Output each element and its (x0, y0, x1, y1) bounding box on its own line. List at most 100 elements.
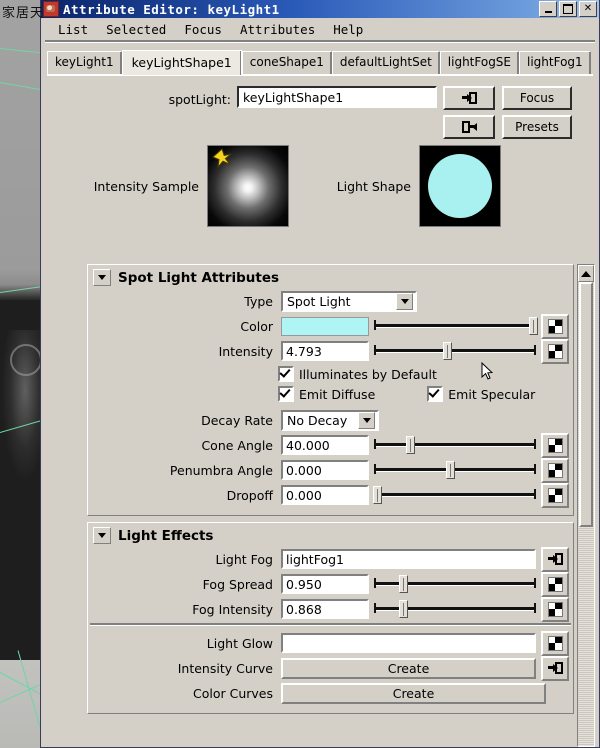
node-type-label: spotLight: (168, 92, 231, 107)
emit-diffuse-checkbox[interactable] (278, 386, 294, 402)
penumbra-angle-slider-thumb[interactable] (446, 461, 456, 479)
checker-map-icon (547, 462, 563, 478)
fog-intensity-input[interactable]: 0.868 (281, 599, 369, 619)
checker-map-icon (547, 318, 563, 334)
window-title: Attribute Editor: keyLight1 (63, 1, 280, 17)
penumbra-angle-slider[interactable] (374, 461, 536, 479)
type-dropdown[interactable]: Spot Light (281, 290, 417, 312)
light-glow-input[interactable] (281, 633, 536, 653)
light-fog-label: Light Fog (215, 551, 274, 567)
maya-app-icon (43, 1, 59, 17)
intensity-slider[interactable] (374, 342, 536, 360)
spot-light-attributes-header[interactable]: Spot Light Attributes (88, 265, 573, 290)
fog-spread-map-button[interactable] (541, 571, 569, 597)
illuminates-by-default-checkbox[interactable] (278, 366, 294, 382)
menu-item-selected[interactable]: Selected (97, 20, 175, 39)
light-fog-map-button[interactable] (541, 546, 569, 572)
triangle-down-icon[interactable] (93, 269, 111, 286)
vertical-scrollbar[interactable] (577, 264, 595, 747)
dropoff-slider-thumb[interactable] (373, 486, 383, 504)
cone-angle-map-button[interactable] (541, 432, 569, 458)
cone-angle-slider[interactable] (374, 436, 536, 454)
light-glow-map-button[interactable] (541, 630, 569, 656)
attribute-list: Spot Light Attributes Type Spot Light Co… (87, 264, 574, 747)
fog-intensity-slider-thumb[interactable] (399, 600, 409, 618)
tab-lightfogse[interactable]: lightFogSE (439, 51, 520, 74)
fog-intensity-label: Fog Intensity (192, 601, 273, 617)
intensity-map-button[interactable] (541, 338, 569, 364)
focus-button[interactable]: Focus (502, 86, 572, 110)
penumbra-angle-map-button[interactable] (541, 457, 569, 483)
row-emit-flags: Emit Diffuse Emit Specular (88, 385, 573, 403)
emit-specular-checkbox[interactable] (427, 386, 444, 402)
menu-item-focus[interactable]: Focus (175, 20, 231, 39)
fog-intensity-slider[interactable] (374, 600, 536, 618)
row-illuminates-by-default[interactable]: Illuminates by Default (88, 365, 573, 383)
dropoff-map-button[interactable] (541, 482, 569, 508)
intensity-sample-swatch[interactable] (207, 145, 289, 227)
decay-rate-dropdown[interactable]: No Decay (281, 409, 379, 431)
emit-specular-label: Emit Specular (448, 386, 536, 402)
intensity-slider-thumb[interactable] (442, 342, 452, 360)
minimize-button[interactable] (539, 1, 557, 17)
light-effects-title: Light Effects (118, 527, 214, 544)
tab-coneshape1[interactable]: coneShape1 (241, 51, 332, 74)
color-curves-label: Color Curves (193, 685, 273, 701)
fog-spread-slider[interactable] (374, 575, 536, 593)
checker-map-icon (547, 635, 563, 651)
decay-rate-label: Decay Rate (201, 412, 273, 428)
fog-spread-slider-thumb[interactable] (399, 575, 409, 593)
arrow-into-box-icon (547, 553, 563, 565)
attribute-editor-window: Attribute Editor: keyLight1 ✕ List Selec… (40, 0, 600, 748)
fog-spread-label: Fog Spread (202, 576, 273, 592)
menu-bar: List Selected Focus Attributes Help (41, 18, 599, 40)
scroll-up-button[interactable] (578, 265, 594, 282)
close-button[interactable]: ✕ (579, 1, 597, 17)
penumbra-angle-input[interactable]: 0.000 (281, 460, 369, 480)
node-name-input[interactable]: keyLightShape1 (237, 86, 437, 108)
fog-spread-input[interactable]: 0.950 (281, 574, 369, 594)
color-swatch[interactable] (281, 316, 369, 336)
checker-map-icon (547, 601, 563, 617)
cone-angle-slider-thumb[interactable] (405, 436, 415, 454)
cone-angle-input[interactable]: 40.000 (281, 435, 369, 455)
window-titlebar[interactable]: Attribute Editor: keyLight1 ✕ (41, 0, 599, 18)
menu-item-list[interactable]: List (49, 20, 97, 39)
fog-intensity-map-button[interactable] (541, 596, 569, 622)
checker-map-icon (547, 437, 563, 453)
tab-defaultlightset[interactable]: defaultLightSet (331, 51, 440, 74)
checker-map-icon (547, 343, 563, 359)
menu-item-attributes[interactable]: Attributes (231, 20, 324, 39)
tab-keylight1[interactable]: keyLight1 (47, 51, 122, 74)
menu-divider (45, 40, 595, 43)
scrollbar-thumb[interactable] (579, 282, 593, 527)
menu-item-help[interactable]: Help (324, 20, 372, 39)
intensity-curve-create-button[interactable]: Create (281, 657, 536, 679)
tab-lightfog1[interactable]: lightFog1 (519, 51, 591, 74)
node-name-row: spotLight: keyLightShape1 Focus Presets (41, 76, 599, 141)
row-fog-intensity: Fog Intensity 0.868 (88, 596, 573, 622)
load-attributes-button[interactable] (443, 86, 495, 110)
row-penumbra-angle: Penumbra Angle 0.000 (88, 457, 573, 483)
tab-keylightshape1[interactable]: keyLightShape1 (121, 49, 242, 75)
unload-attributes-button[interactable] (443, 115, 495, 139)
triangle-down-icon[interactable] (93, 527, 111, 544)
row-decay-rate: Decay Rate No Decay (88, 409, 573, 431)
dropoff-input[interactable]: 0.000 (281, 485, 369, 505)
light-effects-header[interactable]: Light Effects (88, 523, 573, 548)
color-map-button[interactable] (541, 313, 569, 339)
row-color: Color (88, 313, 573, 339)
color-slider[interactable] (374, 317, 538, 335)
presets-button[interactable]: Presets (502, 115, 572, 139)
row-color-curves: Color Curves Create (88, 682, 573, 704)
light-fog-input[interactable]: lightFog1 (281, 549, 536, 569)
color-curves-create-button[interactable]: Create (281, 682, 546, 704)
intensity-input[interactable]: 4.793 (281, 341, 369, 361)
checker-map-icon (547, 576, 563, 592)
chevron-down-icon (358, 411, 375, 429)
light-shape-swatch[interactable] (419, 145, 501, 227)
intensity-curve-map-button[interactable] (541, 655, 569, 681)
dropoff-slider[interactable] (373, 486, 536, 504)
maximize-button[interactable] (559, 1, 577, 17)
color-slider-thumb[interactable] (528, 317, 538, 335)
